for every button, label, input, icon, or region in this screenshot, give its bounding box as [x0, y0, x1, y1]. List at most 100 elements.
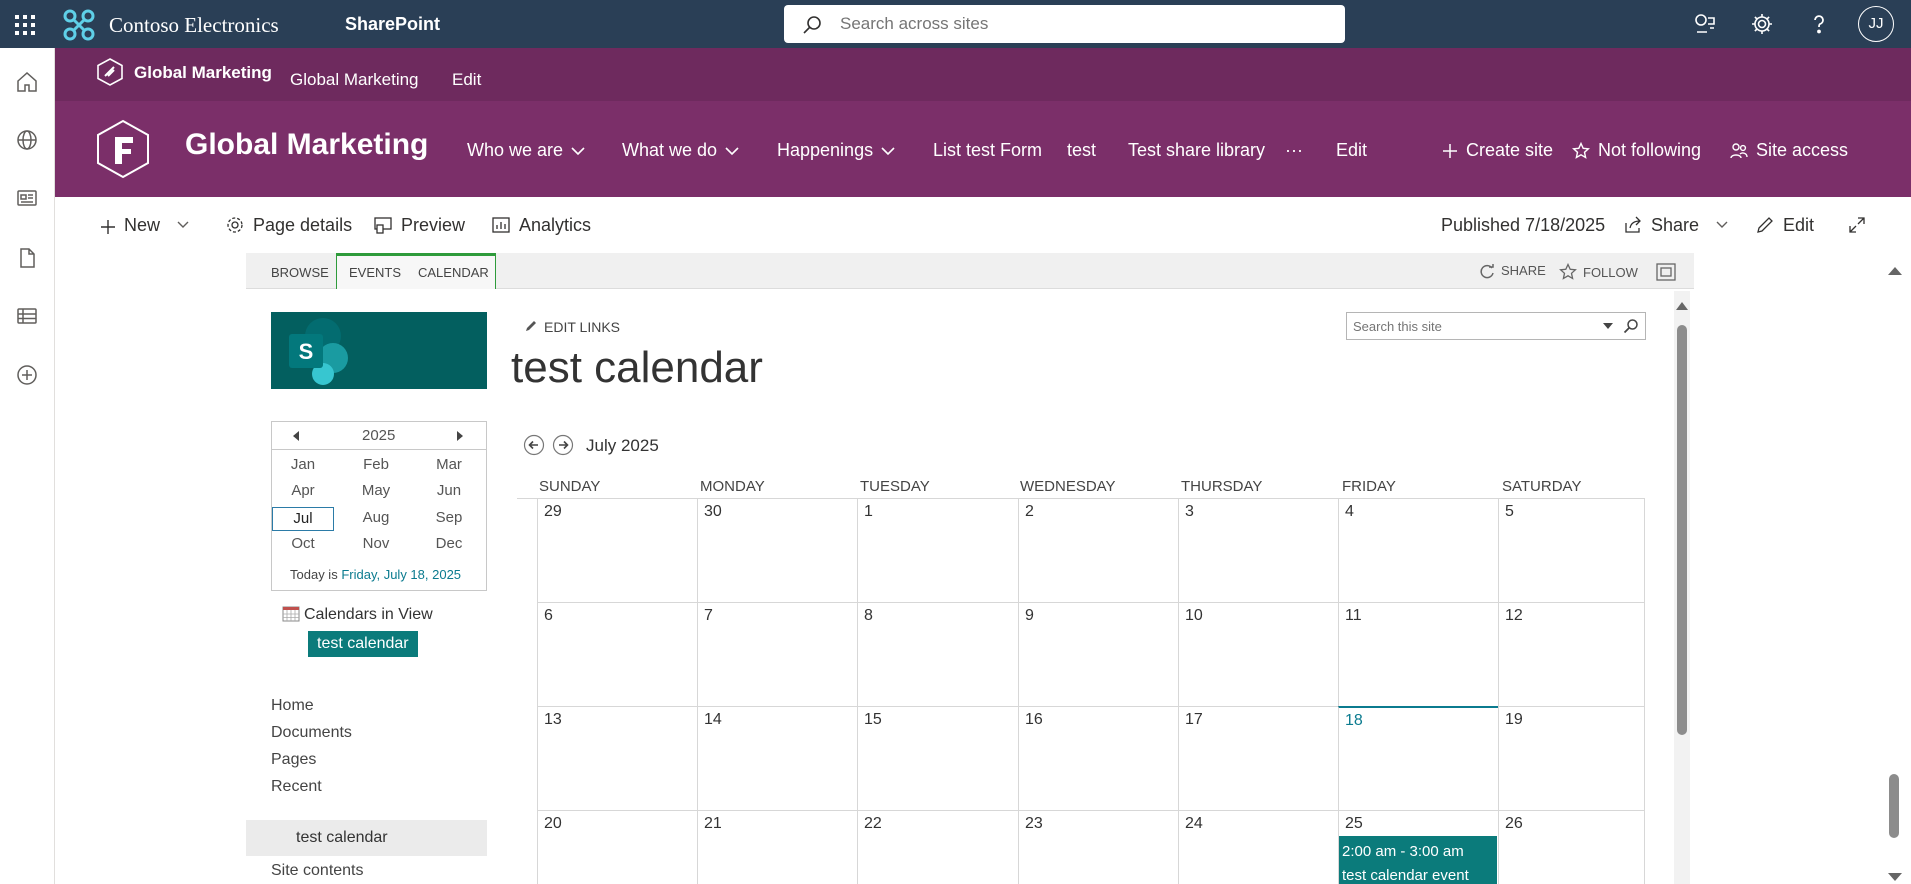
calendar-chip-test-calendar[interactable]: test calendar: [308, 631, 418, 657]
ribbon-tab-events[interactable]: EVENTS: [349, 265, 401, 280]
site-nav-happenings[interactable]: Happenings: [777, 140, 895, 161]
news-icon[interactable]: [15, 186, 39, 210]
site-nav-edit[interactable]: Edit: [1336, 140, 1367, 161]
focus-on-content-icon[interactable]: [1656, 263, 1682, 281]
content-scrollbar-thumb[interactable]: [1677, 325, 1687, 735]
month-jun[interactable]: Jun: [418, 482, 480, 499]
page-details-button[interactable]: Page details: [225, 215, 352, 236]
month-jan[interactable]: Jan: [272, 456, 334, 473]
month-jul-selected[interactable]: Jul: [272, 507, 334, 531]
site-search-box[interactable]: [1346, 312, 1646, 340]
preview-button[interactable]: Preview: [373, 215, 465, 236]
site-nav-test[interactable]: test: [1067, 140, 1096, 161]
month-aug[interactable]: Aug: [345, 509, 407, 526]
calendar-day-cell[interactable]: 4: [1338, 498, 1498, 602]
contoso-logo-icon[interactable]: [62, 8, 96, 42]
search-icon[interactable]: [1623, 318, 1639, 334]
next-month-icon[interactable]: [552, 434, 574, 456]
month-may[interactable]: May: [345, 482, 407, 499]
calendar-day-cell[interactable]: 26: [1498, 810, 1645, 884]
caret-down-icon[interactable]: [1602, 322, 1614, 330]
feedback-icon[interactable]: [1693, 12, 1717, 36]
site-nav-test-share-library[interactable]: Test share library: [1128, 140, 1265, 161]
create-site-button[interactable]: Create site: [1442, 140, 1553, 161]
expand-icon[interactable]: [1847, 215, 1875, 236]
site-access-button[interactable]: Site access: [1730, 140, 1848, 161]
calendar-day-cell[interactable]: 7: [697, 602, 857, 706]
user-avatar[interactable]: JJ: [1858, 6, 1894, 42]
calendar-day-cell[interactable]: 10: [1178, 602, 1338, 706]
quicklaunch-pages[interactable]: Pages: [271, 751, 316, 769]
org-name[interactable]: Contoso Electronics: [109, 13, 279, 38]
calendar-day-cell[interactable]: 22: [857, 810, 1018, 884]
calendar-day-cell[interactable]: 8: [857, 602, 1018, 706]
hub-link-edit[interactable]: Edit: [452, 70, 481, 90]
site-logo-tile[interactable]: S: [271, 312, 487, 389]
site-nav-more-ellipsis[interactable]: ···: [1285, 140, 1303, 161]
calendar-day-cell[interactable]: 19: [1498, 706, 1645, 810]
hub-link-global-marketing[interactable]: Global Marketing: [290, 70, 419, 90]
calendar-day-cell[interactable]: 30: [697, 498, 857, 602]
month-nov[interactable]: Nov: [345, 535, 407, 552]
ribbon-tab-browse[interactable]: BROWSE: [271, 265, 329, 280]
calendar-day-cell[interactable]: 29: [537, 498, 697, 602]
calendar-day-cell[interactable]: 2: [1018, 498, 1178, 602]
calendar-day-cell[interactable]: 5: [1498, 498, 1645, 602]
global-search-input[interactable]: [840, 13, 1320, 35]
share-button[interactable]: Share: [1623, 215, 1728, 236]
calendar-day-cell[interactable]: 15: [857, 706, 1018, 810]
previous-month-icon[interactable]: [523, 434, 545, 456]
help-icon[interactable]: [1807, 12, 1831, 36]
calendar-day-cell[interactable]: 23: [1018, 810, 1178, 884]
calendar-day-cell[interactable]: 14: [697, 706, 857, 810]
site-nav-what-we-do[interactable]: What we do: [622, 140, 739, 161]
new-button[interactable]: New: [100, 215, 189, 236]
calendar-day-cell[interactable]: 11: [1338, 602, 1498, 706]
edit-page-button[interactable]: Edit: [1755, 215, 1814, 236]
document-icon[interactable]: [15, 246, 39, 270]
month-oct[interactable]: Oct: [272, 535, 334, 552]
calendar-day-cell[interactable]: 24: [1178, 810, 1338, 884]
quicklaunch-recent[interactable]: Recent: [271, 778, 322, 796]
calendar-day-cell[interactable]: 13: [537, 706, 697, 810]
app-name[interactable]: SharePoint: [345, 14, 440, 35]
home-icon[interactable]: [15, 70, 39, 94]
month-mar[interactable]: Mar: [418, 456, 480, 473]
calendar-day-cell[interactable]: 9: [1018, 602, 1178, 706]
global-search-box[interactable]: [784, 5, 1345, 43]
next-year-icon[interactable]: [456, 430, 464, 442]
calendar-day-cell[interactable]: 17: [1178, 706, 1338, 810]
quicklaunch-test-calendar[interactable]: test calendar: [246, 820, 487, 856]
ribbon-share-button[interactable]: SHARE: [1479, 263, 1546, 279]
analytics-button[interactable]: Analytics: [491, 215, 591, 236]
site-title[interactable]: Global Marketing: [185, 128, 428, 162]
calendar-day-cell[interactable]: 21: [697, 810, 857, 884]
calendar-day-cell[interactable]: 16: [1018, 706, 1178, 810]
edit-links-button[interactable]: EDIT LINKS: [524, 319, 620, 335]
globe-icon[interactable]: [15, 128, 39, 152]
page-scrollbar-thumb[interactable]: [1889, 774, 1899, 838]
calendar-day-cell[interactable]: 20: [537, 810, 697, 884]
quicklaunch-home[interactable]: Home: [271, 697, 314, 715]
page-scroll-down-arrow-icon[interactable]: [1887, 872, 1903, 882]
calendar-day-cell[interactable]: 6: [537, 602, 697, 706]
calendar-event[interactable]: 2:00 am - 3:00 am test calendar event: [1339, 836, 1497, 884]
site-search-input[interactable]: [1353, 317, 1583, 335]
ribbon-follow-button[interactable]: FOLLOW: [1559, 263, 1638, 281]
page-scroll-up-arrow-icon[interactable]: [1887, 266, 1903, 276]
month-dec[interactable]: Dec: [418, 535, 480, 552]
scroll-up-arrow-icon[interactable]: [1675, 301, 1689, 311]
site-logo-icon[interactable]: [95, 119, 151, 179]
follow-button[interactable]: Not following: [1572, 140, 1701, 161]
create-add-icon[interactable]: [15, 363, 39, 387]
calendar-day-cell[interactable]: 25 2:00 am - 3:00 am test calendar event: [1338, 810, 1498, 884]
month-apr[interactable]: Apr: [272, 482, 334, 499]
site-nav-list-test-form[interactable]: List test Form: [933, 140, 1042, 161]
previous-year-icon[interactable]: [292, 430, 300, 442]
hub-name[interactable]: Global Marketing: [134, 63, 272, 83]
ribbon-tab-calendar[interactable]: CALENDAR: [418, 265, 489, 280]
month-feb[interactable]: Feb: [345, 456, 407, 473]
quicklaunch-documents[interactable]: Documents: [271, 724, 352, 742]
app-launcher-icon[interactable]: [12, 12, 38, 38]
site-nav-who-we-are[interactable]: Who we are: [467, 140, 585, 161]
